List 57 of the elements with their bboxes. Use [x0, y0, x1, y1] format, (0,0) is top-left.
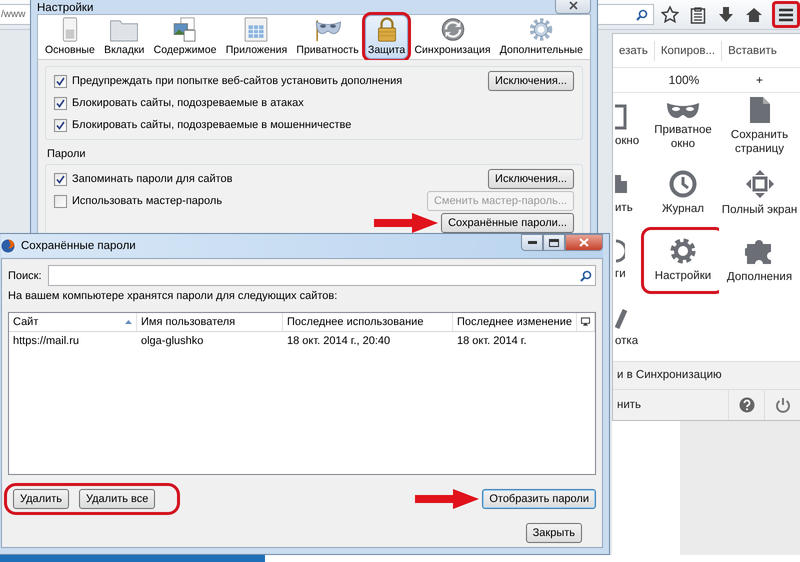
- caption-text: На вашем компьютере хранятся пароли для следующих сайтов:: [8, 290, 338, 302]
- close-icon[interactable]: [555, 0, 591, 14]
- menu-icon: [778, 8, 794, 22]
- table-cell-text: https://mail.ru: [12, 335, 80, 347]
- checkbox[interactable]: [54, 194, 67, 208]
- checkbox-label: Запоминать пароли для сайтов: [72, 173, 232, 185]
- settings-tab[interactable]: Дополнительные: [496, 15, 586, 59]
- minimize-icon[interactable]: [521, 234, 543, 251]
- checkbox-label: Предупреждать при попытке веб-сайтов установить дополнения: [72, 75, 402, 87]
- cut-button[interactable]: езать: [613, 44, 654, 57]
- checkbox[interactable]: [54, 118, 67, 132]
- browser-logo-icon: [1, 239, 15, 253]
- checkbox-label: Блокировать сайты, подозреваемые в мошенничестве: [72, 119, 352, 131]
- table-cell-text: 18 окт. 2014 г.: [456, 335, 528, 347]
- checkbox-label: Использовать мастер-пароль: [72, 195, 222, 207]
- dialog-button[interactable]: Удалить все: [79, 489, 156, 509]
- checkbox[interactable]: [54, 172, 67, 186]
- menu-button[interactable]: [772, 1, 800, 28]
- search-icon: [636, 8, 648, 20]
- search-field[interactable]: [48, 265, 596, 286]
- search-label: Поиск:: [8, 270, 42, 282]
- group-label: Пароли: [46, 147, 87, 160]
- paste-button[interactable]: Вставить: [722, 44, 783, 57]
- settings-tab[interactable]: Защита: [364, 15, 408, 59]
- search-icon: [580, 270, 592, 282]
- dialog-button[interactable]: Исключения...: [488, 169, 574, 189]
- settings-tab[interactable]: Приложения: [222, 15, 290, 59]
- calendar-icon: [242, 17, 270, 42]
- dialog-button[interactable]: Отобразить пароли: [482, 489, 596, 509]
- settings-tab[interactable]: Вкладки: [101, 15, 148, 59]
- page-icon: [748, 96, 770, 124]
- window-title: Настройки: [37, 1, 94, 14]
- settings-tab[interactable]: Основные: [42, 15, 98, 59]
- dialog-button[interactable]: Сохранённые пароли...: [441, 213, 574, 233]
- checkbox[interactable]: [54, 74, 67, 88]
- checkbox-label: Блокировать сайты, подозреваемые в атаках: [72, 97, 304, 109]
- close-icon[interactable]: [565, 234, 603, 251]
- maximize-icon[interactable]: [543, 234, 565, 251]
- dialog-button[interactable]: Закрыть: [526, 523, 582, 543]
- dialog-button[interactable]: Удалить: [13, 489, 69, 509]
- dialog-button[interactable]: Исключения...: [488, 71, 574, 91]
- checkbox[interactable]: [54, 96, 67, 110]
- switch-icon: [60, 17, 79, 42]
- copy-button[interactable]: Копиров...: [654, 44, 722, 57]
- table-cell-text: olga-glushko: [140, 335, 204, 347]
- table-cell-text: 18 окт. 2014 г., 20:40: [286, 335, 392, 347]
- zoom-in-button[interactable]: +: [719, 72, 800, 87]
- fullscreen-icon: [744, 168, 774, 199]
- zoom-level[interactable]: 100%: [649, 72, 719, 87]
- mask-icon: [666, 100, 700, 119]
- sort-arrow-icon: [125, 320, 132, 324]
- settings-tab[interactable]: Содержимое: [150, 15, 220, 59]
- gear-icon: [669, 236, 697, 265]
- window-title: Сохранённые пароли: [21, 240, 137, 252]
- settings-tab[interactable]: Синхронизация: [411, 15, 494, 59]
- settings-tab[interactable]: Приватность: [293, 15, 362, 59]
- clock-icon: [669, 170, 697, 198]
